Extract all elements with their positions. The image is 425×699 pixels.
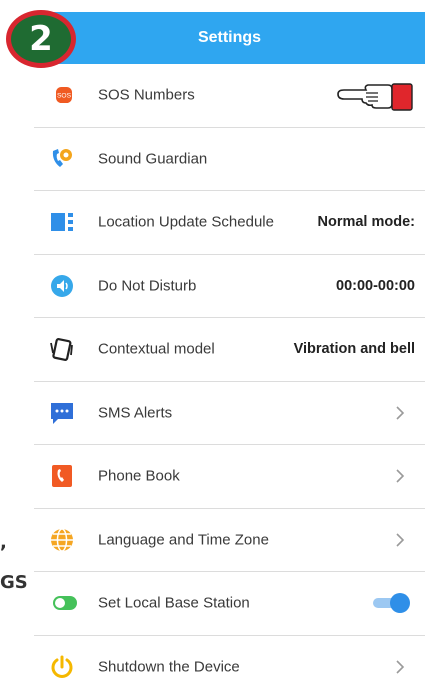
sound-guardian-icon — [50, 147, 74, 171]
side-text-fragment-2: GS — [0, 572, 28, 593]
globe-icon — [50, 528, 74, 552]
row-location-update-schedule[interactable]: Location Update Schedule Normal mode: — [34, 191, 425, 255]
side-text-fragment-1: , — [0, 532, 7, 553]
settings-header: Settings — [34, 12, 425, 64]
location-schedule-icon — [50, 210, 74, 234]
row-language-time-zone[interactable]: Language and Time Zone — [34, 509, 425, 573]
row-value: Normal mode: — [318, 214, 416, 230]
row-phone-book[interactable]: Phone Book — [34, 445, 425, 509]
sos-icon-text: SOS — [57, 93, 72, 100]
step-number-badge: 2 — [6, 10, 76, 68]
chevron-right-icon — [395, 659, 405, 675]
row-value: 00:00-00:00 — [336, 278, 415, 294]
phone-book-icon — [50, 464, 74, 488]
row-shutdown-device[interactable]: Shutdown the Device — [34, 636, 425, 699]
row-label: Sound Guardian — [98, 150, 207, 167]
row-label: Location Update Schedule — [98, 214, 274, 231]
row-label: Phone Book — [98, 468, 180, 485]
chevron-right-icon — [395, 468, 405, 484]
row-label: Shutdown the Device — [98, 659, 240, 676]
sos-icon: SOS — [50, 87, 78, 103]
row-label: Do Not Disturb — [98, 277, 196, 294]
row-do-not-disturb[interactable]: Do Not Disturb 00:00-00:00 — [34, 255, 425, 319]
power-icon — [50, 655, 74, 679]
row-label: SOS Numbers — [98, 87, 195, 104]
row-value: Vibration and bell — [294, 341, 415, 357]
do-not-disturb-icon — [50, 274, 74, 298]
chevron-right-icon — [395, 405, 405, 421]
header-title: Settings — [34, 12, 425, 64]
row-label: Language and Time Zone — [98, 531, 269, 548]
row-sound-guardian[interactable]: Sound Guardian — [34, 128, 425, 192]
row-sms-alerts[interactable]: SMS Alerts — [34, 382, 425, 446]
sms-alerts-icon — [50, 401, 74, 425]
row-contextual-model[interactable]: Contextual model Vibration and bell — [34, 318, 425, 382]
row-label: SMS Alerts — [98, 404, 172, 421]
row-label: Contextual model — [98, 341, 215, 358]
row-label: Set Local Base Station — [98, 595, 250, 612]
row-sos-numbers[interactable]: SOS SOS Numbers — [34, 64, 425, 128]
contextual-model-icon — [50, 337, 74, 361]
row-set-local-base-station[interactable]: Set Local Base Station — [34, 572, 425, 636]
base-station-toggle[interactable] — [373, 592, 411, 614]
settings-list: SOS SOS Numbers Sound Guardian Location … — [34, 64, 425, 699]
base-station-icon — [50, 591, 80, 615]
chevron-right-icon — [395, 532, 405, 548]
